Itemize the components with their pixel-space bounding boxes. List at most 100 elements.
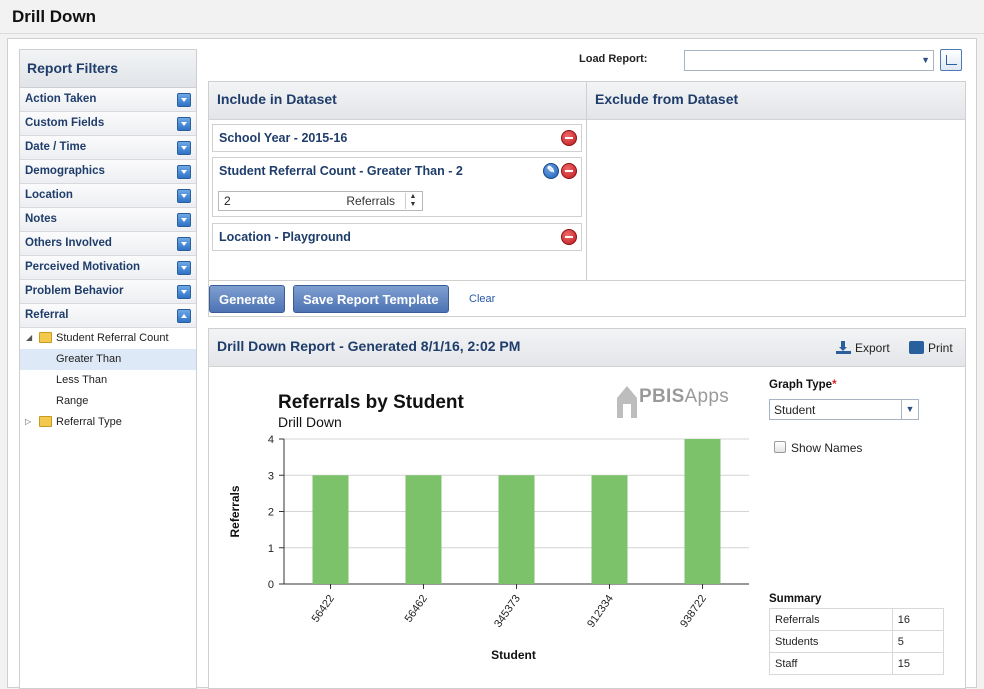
y-axis-label: Referrals [228, 485, 242, 537]
bar [498, 475, 535, 584]
load-report-label: Load Report: [579, 53, 648, 65]
y-tick-label: 3 [268, 470, 274, 482]
chevron-down-icon[interactable] [177, 117, 191, 131]
chevron-down-icon[interactable] [177, 285, 191, 299]
criteria-school-year: School Year - 2015-16 [212, 124, 582, 152]
clear-link[interactable]: Clear [469, 293, 495, 305]
criteria-title: School Year - 2015-16 [213, 125, 581, 151]
criteria-title: Student Referral Count - Greater Than - … [213, 158, 581, 184]
filter-others-involved[interactable]: Others Involved [20, 232, 196, 256]
filter-custom-fields[interactable]: Custom Fields [20, 112, 196, 136]
report-filters-sidebar: Report Filters Action Taken Custom Field… [19, 49, 197, 689]
filter-label: Others Involved [25, 237, 112, 249]
chevron-up-icon[interactable] [177, 309, 191, 323]
export-icon [836, 341, 851, 354]
filter-label: Custom Fields [25, 117, 105, 129]
referral-count-input[interactable]: 2 Referrals ▲ ▼ [218, 191, 423, 211]
tree-label: Greater Than [56, 353, 122, 365]
chevron-down-icon[interactable] [177, 165, 191, 179]
criteria-title: Location - Playground [213, 224, 581, 250]
chevron-down-icon[interactable] [177, 261, 191, 275]
printer-icon [909, 341, 924, 354]
generate-button[interactable]: Generate [209, 285, 286, 313]
sidebar-header: Report Filters [20, 50, 196, 88]
app-title: Drill Down [0, 0, 984, 34]
filter-label: Problem Behavior [25, 285, 124, 297]
remove-icon[interactable] [561, 130, 577, 146]
chevron-down-icon[interactable] [177, 141, 191, 155]
report-header-title: Drill Down Report - Generated 8/1/16, 2:… [217, 338, 521, 354]
stepper-icon[interactable]: ▲ ▼ [405, 193, 420, 209]
summary-value: 16 [891, 608, 945, 631]
filter-action-taken[interactable]: Action Taken [20, 88, 196, 112]
pencil-icon[interactable]: ✎ [543, 163, 559, 179]
show-names-label: Show Names [791, 441, 863, 455]
remove-icon[interactable] [561, 229, 577, 245]
x-tick-label: 912334 [585, 593, 616, 630]
chevron-down-icon[interactable] [177, 93, 191, 107]
required-mark: * [832, 379, 837, 391]
filter-label: Action Taken [25, 93, 97, 105]
bar [405, 475, 442, 584]
exclude-dataset-column: Exclude from Dataset [587, 82, 965, 280]
chevron-down-icon[interactable] [177, 189, 191, 203]
dataset-panel: Include in Dataset School Year - 2015-16… [208, 81, 966, 317]
graph-type-select[interactable]: Student ▼ [769, 399, 919, 420]
y-tick-label: 1 [268, 543, 274, 555]
load-report-select[interactable]: ▼ [684, 50, 934, 71]
logo-text: Apps [684, 386, 730, 407]
chevron-down-icon[interactable] [177, 213, 191, 227]
table-row: Staff 15 [769, 652, 945, 675]
save-template-button[interactable]: Save Report Template [293, 285, 449, 313]
input-unit: Referrals [346, 194, 395, 208]
tree-label: Range [56, 395, 89, 407]
print-button[interactable]: Print [909, 341, 953, 355]
filter-date-time[interactable]: Date / Time [20, 136, 196, 160]
tree-collapsed-arrow-icon[interactable]: ▷ [25, 417, 31, 426]
chart-icon [946, 55, 957, 65]
criteria-title-text: Location - Playground [219, 230, 351, 244]
y-tick-label: 2 [268, 507, 274, 519]
tree-greater-than[interactable]: Greater Than [20, 349, 196, 370]
show-names-checkbox[interactable] [774, 441, 786, 453]
x-axis-label: Student [491, 648, 536, 662]
exclude-header: Exclude from Dataset [587, 82, 965, 120]
tree-expanded-arrow-icon[interactable]: ◢ [26, 333, 32, 342]
tree-less-than[interactable]: Less Than [20, 370, 196, 391]
folder-icon [39, 416, 52, 427]
x-tick-label: 56462 [403, 593, 430, 625]
summary-value: 15 [891, 652, 945, 675]
tree-referral-type[interactable]: ▷ Referral Type [20, 412, 196, 433]
load-report-button[interactable] [940, 49, 962, 71]
x-tick-label: 56422 [310, 593, 337, 625]
filter-notes[interactable]: Notes [20, 208, 196, 232]
report-panel: Drill Down Report - Generated 8/1/16, 2:… [208, 328, 966, 689]
filter-label: Perceived Motivation [25, 261, 141, 273]
tree-range[interactable]: Range [20, 391, 196, 412]
chevron-down-icon[interactable] [177, 237, 191, 251]
filter-label: Referral [25, 309, 69, 321]
graph-type-label: Graph Type* [769, 379, 837, 391]
bar [591, 475, 628, 584]
filter-label: Demographics [25, 165, 105, 177]
folder-icon [39, 332, 52, 343]
filter-referral[interactable]: Referral [20, 304, 196, 328]
export-label: Export [855, 341, 890, 355]
graph-type-value: Student [774, 403, 816, 417]
input-value: 2 [224, 194, 231, 208]
filter-demographics[interactable]: Demographics [20, 160, 196, 184]
filter-perceived-motivation[interactable]: Perceived Motivation [20, 256, 196, 280]
filter-label: Date / Time [25, 141, 87, 153]
y-tick-label: 4 [268, 434, 274, 446]
summary-table: Referrals 16 Students 5 Staff 15 [769, 608, 945, 675]
table-row: Students 5 [769, 630, 945, 653]
bar-chart: 0 1 2 3 4 56422 56462 345373 912334 938722 Referra… [228, 434, 749, 662]
main-content: Report Filters Action Taken Custom Field… [7, 38, 977, 689]
filter-location[interactable]: Location [20, 184, 196, 208]
pbis-apps-logo: PBISApps [617, 386, 730, 418]
export-button[interactable]: Export [836, 341, 890, 355]
remove-icon[interactable] [561, 163, 577, 179]
filter-problem-behavior[interactable]: Problem Behavior [20, 280, 196, 304]
tree-student-referral-count[interactable]: ◢ Student Referral Count [20, 328, 196, 349]
criteria-title-text: School Year - 2015-16 [219, 131, 348, 145]
